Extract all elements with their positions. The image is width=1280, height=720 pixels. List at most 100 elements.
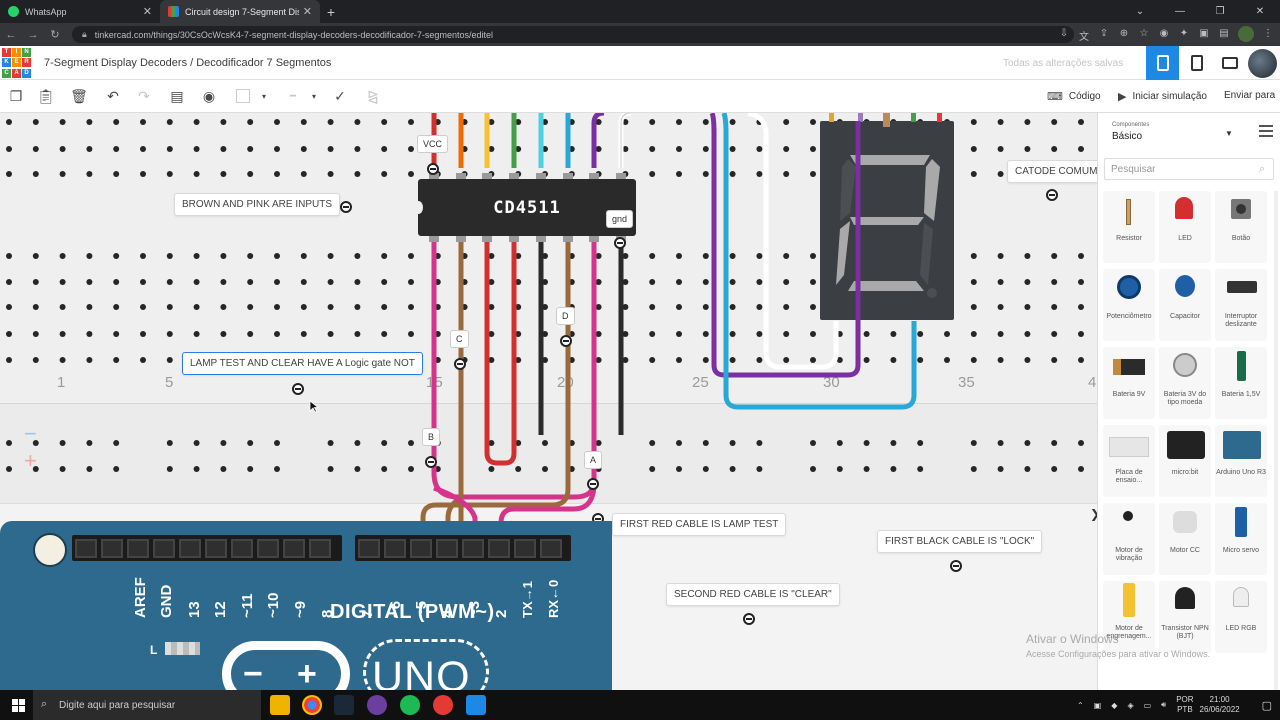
pin-tag-d[interactable]: D bbox=[556, 307, 575, 325]
wire-type-icon[interactable]: ━ bbox=[284, 87, 302, 105]
menu-icon[interactable]: ⋮ bbox=[1262, 28, 1274, 40]
note-first-black[interactable]: FIRST BLACK CABLE IS "LOCK" bbox=[877, 530, 1043, 553]
arduino-uno-board[interactable]: AREF GND 13 12 ~11 ~10 ~9 8 7 ~6 ~5 4 ~3… bbox=[0, 521, 612, 690]
url-field[interactable]: 🔒︎ tinkercad.com/things/30CsOcWcsK4-7-se… bbox=[72, 26, 1074, 43]
note-pin[interactable] bbox=[427, 163, 439, 175]
note-pin[interactable] bbox=[950, 560, 962, 572]
note-pin[interactable] bbox=[560, 335, 572, 347]
extension-icon[interactable]: ◉ bbox=[1158, 28, 1170, 40]
forward-icon[interactable]: → bbox=[22, 29, 44, 41]
schematic-view-button[interactable] bbox=[1180, 46, 1213, 80]
chevron-down-icon[interactable]: ▼ bbox=[1225, 129, 1233, 138]
component-item[interactable]: Capacitor bbox=[1159, 269, 1211, 341]
close-icon[interactable]: ✕ bbox=[303, 5, 312, 18]
component-item[interactable]: Bateria 9V bbox=[1103, 347, 1155, 419]
note-pin[interactable] bbox=[614, 237, 626, 249]
profile-avatar[interactable] bbox=[1238, 26, 1254, 42]
restore-icon[interactable]: ❐ bbox=[1200, 0, 1240, 23]
note-pin[interactable] bbox=[454, 358, 466, 370]
circuit-view-button[interactable] bbox=[1146, 46, 1179, 80]
reset-button[interactable] bbox=[33, 533, 67, 567]
note-pin[interactable] bbox=[425, 456, 437, 468]
pin-tag-b[interactable]: B bbox=[422, 428, 441, 446]
cd4511-chip[interactable]: CD4511 bbox=[414, 179, 636, 236]
tray-app-icon[interactable]: ◆ bbox=[1111, 701, 1117, 710]
pin-tag-a[interactable]: A bbox=[584, 451, 603, 469]
taskbar-clock[interactable]: 21:00 26/06/2022 bbox=[1200, 695, 1240, 715]
start-simulation-button[interactable]: ▶ Iniciar simulação bbox=[1118, 90, 1207, 103]
pin-tag-c[interactable]: C bbox=[450, 330, 469, 348]
component-item[interactable]: Micro servo bbox=[1215, 503, 1267, 575]
new-tab-button[interactable]: + bbox=[320, 0, 342, 23]
seven-segment-display[interactable] bbox=[820, 121, 954, 320]
note-lamp-test[interactable]: LAMP TEST AND CLEAR HAVE A Logic gate NO… bbox=[182, 352, 423, 375]
note-pin[interactable] bbox=[340, 201, 352, 213]
component-item[interactable]: Transistor NPN (BJT) bbox=[1159, 581, 1211, 653]
component-item[interactable]: LED bbox=[1159, 191, 1211, 263]
code-button[interactable]: ⌨︎ Código bbox=[1047, 90, 1101, 103]
taskbar-search[interactable]: ⌕ Digite aqui para pesquisar bbox=[33, 690, 261, 720]
component-item[interactable]: Potenciômetro bbox=[1103, 269, 1155, 341]
translate-icon[interactable]: 文 bbox=[1078, 28, 1090, 43]
component-item[interactable]: LED RGB bbox=[1215, 581, 1267, 653]
component-item[interactable]: Interruptor deslizante bbox=[1215, 269, 1267, 341]
list-view-icon[interactable] bbox=[1259, 125, 1273, 137]
extension-icon[interactable]: ▤ bbox=[1218, 28, 1230, 40]
language-indicator[interactable]: POR PTB bbox=[1176, 695, 1193, 715]
delete-icon[interactable]: 🗑︎ bbox=[70, 87, 88, 105]
sidebar-icon[interactable]: ▣ bbox=[1198, 28, 1210, 40]
tray-app-icon[interactable]: ▣ bbox=[1094, 701, 1102, 710]
chevron-right-icon[interactable]: ❯ bbox=[1090, 507, 1097, 525]
mirror-icon[interactable]: ⧎ bbox=[364, 87, 382, 105]
close-icon[interactable]: ✕ bbox=[143, 5, 152, 18]
minimize-icon[interactable]: — bbox=[1160, 0, 1200, 23]
component-item[interactable]: Motor CC bbox=[1159, 503, 1211, 575]
back-icon[interactable]: ← bbox=[0, 29, 22, 41]
component-item[interactable]: Motor de vibração bbox=[1103, 503, 1155, 575]
bookmark-star-icon[interactable]: ☆ bbox=[1138, 28, 1150, 40]
tray-app-icon[interactable]: ◈ bbox=[1127, 701, 1133, 710]
share-icon[interactable]: ⇪ bbox=[1098, 28, 1110, 40]
note-pin[interactable] bbox=[292, 383, 304, 395]
note-visibility-icon[interactable]: ◉ bbox=[200, 87, 218, 105]
install-icon[interactable]: ⇩ bbox=[1058, 28, 1070, 40]
pin-tag-gnd[interactable]: gnd bbox=[606, 210, 634, 228]
windows-start-button[interactable] bbox=[0, 690, 36, 720]
note-catode[interactable]: CATODE COMUM bbox=[1007, 160, 1097, 183]
user-avatar[interactable] bbox=[1248, 49, 1277, 78]
network-icon[interactable]: ▭ bbox=[1144, 701, 1152, 710]
note-pin[interactable] bbox=[587, 478, 599, 490]
chevron-down-icon[interactable]: ⌄ bbox=[1120, 0, 1160, 23]
zoom-icon[interactable]: ⊕ bbox=[1118, 28, 1130, 40]
chevron-down-icon[interactable]: ▾ bbox=[305, 87, 323, 105]
app-icon[interactable] bbox=[433, 695, 453, 715]
component-search-input[interactable]: Pesquisar ⌕ bbox=[1104, 158, 1274, 180]
rotate-icon[interactable]: ✓ bbox=[331, 87, 349, 105]
undo-icon[interactable]: ↶ bbox=[104, 87, 122, 105]
notes-icon[interactable]: ▤ bbox=[168, 87, 186, 105]
component-item[interactable]: Arduino Uno R3 bbox=[1215, 425, 1267, 497]
close-window-icon[interactable]: ✕ bbox=[1240, 0, 1280, 23]
puzzle-icon[interactable]: ✦ bbox=[1178, 28, 1190, 40]
note-second-red[interactable]: SECOND RED CABLE IS "CLEAR" bbox=[666, 583, 840, 606]
component-item[interactable]: Botão bbox=[1215, 191, 1267, 263]
app-icon[interactable] bbox=[466, 695, 486, 715]
circuit-canvas[interactable]: 1 5 15 20 25 30 35 4 − + CD4511 VCC gnd … bbox=[0, 113, 1097, 690]
tab-tinkercad[interactable]: Circuit design 7-Segment Display ✕ bbox=[160, 0, 320, 23]
tinkercad-logo[interactable]: T I N K E R C A D bbox=[2, 48, 31, 78]
app-icon[interactable] bbox=[367, 695, 387, 715]
note-first-red[interactable]: FIRST RED CABLE IS LAMP TEST bbox=[612, 513, 787, 536]
components-dropdown[interactable]: Básico bbox=[1112, 131, 1142, 142]
paste-icon[interactable]: 📋︎ bbox=[37, 87, 55, 105]
copy-icon[interactable]: ❐ bbox=[7, 87, 25, 105]
chevron-up-icon[interactable]: ⌃ bbox=[1077, 701, 1084, 710]
chevron-down-icon[interactable]: ▾ bbox=[255, 87, 273, 105]
panel-scrollbar[interactable] bbox=[1272, 191, 1280, 691]
component-item[interactable]: Bateria 1,5V bbox=[1215, 347, 1267, 419]
component-item[interactable]: Resistor bbox=[1103, 191, 1155, 263]
component-item[interactable]: Bateria 3V do tipo moeda bbox=[1159, 347, 1211, 419]
color-swatch[interactable] bbox=[236, 89, 250, 103]
note-pin[interactable] bbox=[743, 613, 755, 625]
note-pin[interactable] bbox=[1046, 189, 1058, 201]
volume-icon[interactable]: 🔊︎ bbox=[1161, 700, 1166, 710]
